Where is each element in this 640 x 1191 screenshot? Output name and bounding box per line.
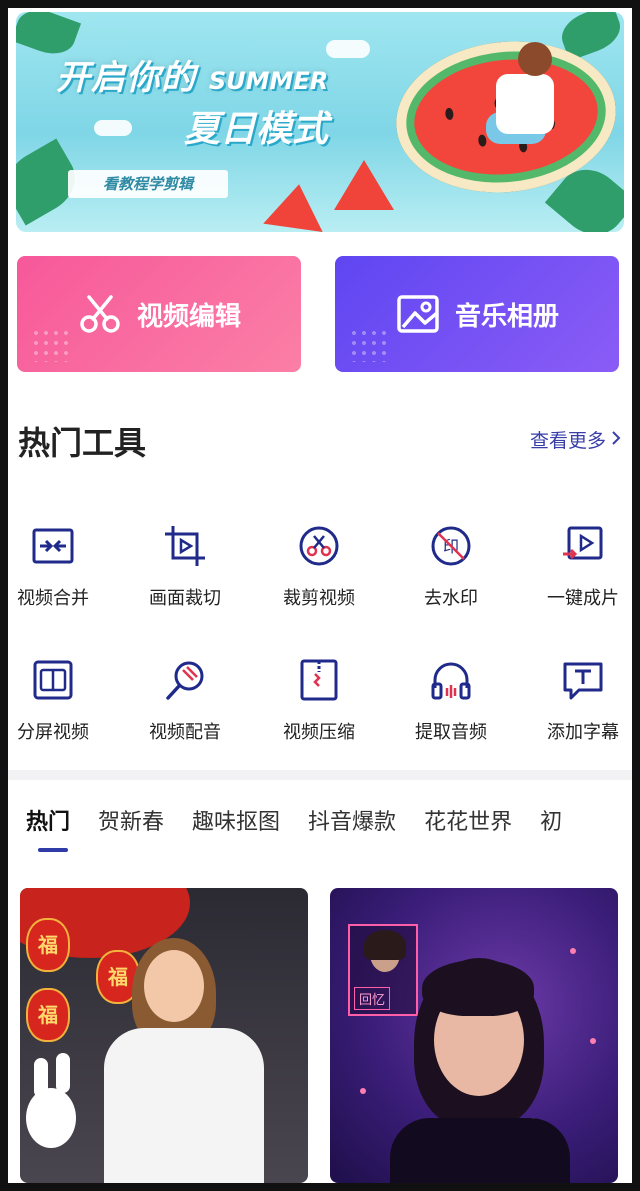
lantern-decoration: 福 bbox=[26, 988, 70, 1042]
tool-label: 提取音频 bbox=[415, 722, 487, 743]
active-tab-indicator bbox=[38, 848, 68, 852]
tool-one-click-video[interactable]: 一键成片 bbox=[528, 524, 632, 624]
watermark-icon: 印 bbox=[429, 524, 473, 568]
tab-partial[interactable]: 初 bbox=[540, 804, 562, 836]
tool-label: 添加字幕 bbox=[547, 722, 619, 743]
image-icon bbox=[395, 291, 441, 337]
tool-label: 画面裁切 bbox=[149, 588, 221, 609]
banner-subheadline: 夏日模式 bbox=[184, 109, 329, 150]
template-thumbnail-new-year[interactable]: 福 福 福 bbox=[20, 888, 308, 1183]
tool-label: 视频压缩 bbox=[283, 722, 355, 743]
watermelon-slice bbox=[263, 180, 329, 232]
merge-icon bbox=[31, 524, 75, 568]
tab-flower-world[interactable]: 花花世界 bbox=[424, 804, 512, 836]
bunny-decoration bbox=[26, 1088, 76, 1148]
banner-tutorial-tag[interactable]: 看教程学剪辑 bbox=[68, 170, 228, 198]
video-edit-button[interactable]: 视频编辑 bbox=[17, 256, 301, 372]
oneclick-icon bbox=[561, 524, 605, 568]
tool-label: 视频配音 bbox=[149, 722, 221, 743]
tool-split-screen[interactable]: 分屏视频 bbox=[8, 658, 108, 758]
view-more-link[interactable]: 查看更多 bbox=[530, 426, 622, 453]
tool-label: 去水印 bbox=[424, 588, 478, 609]
girl-illustration bbox=[496, 74, 554, 134]
scissors-icon bbox=[77, 291, 123, 337]
microphone-icon bbox=[163, 658, 207, 702]
girl-illustration bbox=[518, 42, 552, 76]
tool-video-dubbing[interactable]: 视频配音 bbox=[130, 658, 240, 758]
dots-decoration bbox=[349, 328, 389, 362]
tool-trim-video[interactable]: 裁剪视频 bbox=[264, 524, 374, 624]
template-thumbnail-memories[interactable]: 回忆 bbox=[330, 888, 618, 1183]
cloud-decoration bbox=[94, 120, 132, 136]
tab-fun-cutout[interactable]: 趣味抠图 bbox=[192, 804, 280, 836]
music-album-label: 音乐相册 bbox=[454, 301, 559, 332]
tool-add-subtitle[interactable]: 添加字幕 bbox=[528, 658, 632, 758]
tool-video-merge[interactable]: 视频合并 bbox=[8, 524, 108, 624]
cloud-decoration bbox=[326, 40, 370, 58]
tool-video-compress[interactable]: 视频压缩 bbox=[264, 658, 374, 758]
category-tabs: 热门 贺新春 趣味抠图 抖音爆款 花花世界 初 bbox=[26, 804, 562, 836]
watermelon-slice bbox=[334, 160, 394, 210]
bunny-decoration bbox=[56, 1053, 70, 1093]
tool-remove-watermark[interactable]: 印 去水印 bbox=[396, 524, 506, 624]
section-divider bbox=[8, 770, 632, 780]
summer-banner[interactable]: 开启你的 SUMMER 夏日模式 看教程学剪辑 bbox=[16, 12, 624, 232]
music-album-button[interactable]: 音乐相册 bbox=[335, 256, 619, 372]
crop-icon bbox=[163, 524, 207, 568]
tool-label: 分屏视频 bbox=[17, 722, 89, 743]
video-edit-label: 视频编辑 bbox=[136, 301, 241, 332]
headphones-icon bbox=[429, 658, 473, 702]
view-more-label: 查看更多 bbox=[529, 430, 606, 452]
tab-new-year[interactable]: 贺新春 bbox=[98, 804, 164, 836]
chevron-right-icon bbox=[610, 429, 622, 451]
hot-tools-title: 热门工具 bbox=[18, 424, 147, 462]
sparkle-decoration bbox=[360, 1088, 366, 1094]
subtitle-icon bbox=[561, 658, 605, 702]
splitscreen-icon bbox=[31, 658, 75, 702]
lantern-decoration: 福 bbox=[26, 918, 70, 972]
sparkle-decoration bbox=[590, 1038, 596, 1044]
tab-douyin-hits[interactable]: 抖音爆款 bbox=[308, 804, 396, 836]
tool-crop-frame[interactable]: 画面裁切 bbox=[130, 524, 240, 624]
tool-label: 一键成片 bbox=[547, 588, 619, 609]
dots-decoration bbox=[31, 328, 71, 362]
tool-label: 裁剪视频 bbox=[283, 588, 355, 609]
banner-headline: 开启你的 SUMMER bbox=[56, 58, 329, 98]
memory-frame: 回忆 bbox=[348, 924, 418, 1016]
sparkle-decoration bbox=[570, 948, 576, 954]
tab-hot[interactable]: 热门 bbox=[26, 804, 70, 836]
tool-extract-audio[interactable]: 提取音频 bbox=[396, 658, 506, 758]
tool-label: 视频合并 bbox=[17, 588, 89, 609]
app-screen: 开启你的 SUMMER 夏日模式 看教程学剪辑 视频编辑 音乐相册 热门工具 查… bbox=[8, 8, 632, 1183]
memory-label: 回忆 bbox=[354, 987, 391, 1010]
compress-icon bbox=[297, 658, 341, 702]
scissors-icon bbox=[297, 524, 341, 568]
